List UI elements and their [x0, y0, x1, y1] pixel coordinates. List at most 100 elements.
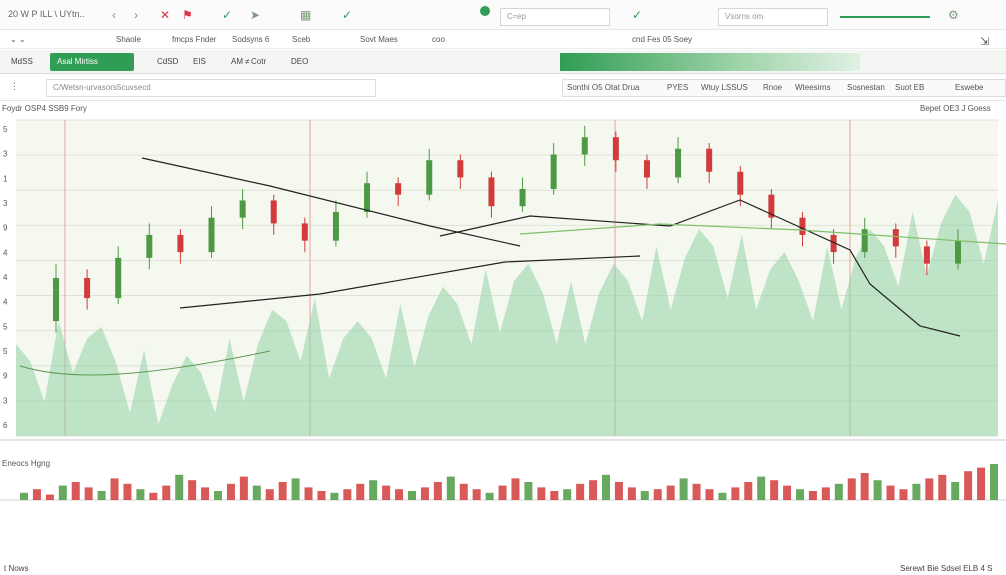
volume-bar: [369, 480, 378, 500]
option[interactable]: Suot EB: [895, 83, 924, 92]
candle-body: [488, 177, 495, 207]
tab-deo[interactable]: DEO: [284, 53, 315, 71]
option[interactable]: Sonthi O5 Otat Drua: [567, 83, 639, 92]
volume-bar: [783, 485, 792, 500]
option[interactable]: Rnoe: [763, 83, 782, 92]
forward-icon[interactable]: ›: [134, 8, 138, 22]
expand-icon[interactable]: ⇲: [980, 35, 989, 48]
price-axis-label: 4: [3, 248, 8, 257]
candle-body: [955, 240, 961, 264]
candle-body: [115, 257, 122, 299]
menu-chevron-icon[interactable]: ⌄ ⌄: [10, 35, 26, 44]
volume-bar: [239, 476, 248, 500]
volume-bar: [162, 485, 171, 500]
price-axis-label: 3: [3, 199, 8, 208]
menu-item[interactable]: Sodsyns 6: [232, 35, 269, 44]
chart-info-row: Foydr OSP4 SSB9 Fory Bepet OE3 J Goess: [0, 102, 1006, 116]
quote-info: Bepet OE3 J Goess: [920, 104, 991, 113]
volume-bar: [84, 487, 93, 500]
volume-bar: [446, 476, 455, 500]
title-bar: 20 W P ILL \ UYtn.. ‹ › ✕ ⚑ ✓ ➤ ▦ ✓ C≈ep…: [0, 0, 1006, 30]
option[interactable]: Sosnestan: [847, 83, 885, 92]
confirm-icon[interactable]: ✓: [342, 8, 352, 22]
volume-bar: [343, 489, 352, 500]
volume-bar: [576, 483, 585, 500]
volume-bar: [653, 489, 662, 500]
apply-icon[interactable]: ✓: [632, 8, 642, 22]
price-axis-label: 5: [3, 347, 8, 356]
volume-bar: [925, 478, 934, 500]
compare-field[interactable]: Vsorns om: [718, 8, 828, 26]
path-input[interactable]: C/Wetsn-urvasors5cuvsecd: [46, 79, 376, 97]
candle-body: [84, 278, 91, 299]
symbol-field[interactable]: C≈ep: [500, 8, 610, 26]
menu-item[interactable]: Sceb: [292, 35, 310, 44]
tab-mdss[interactable]: MdSS: [4, 53, 40, 71]
candle-body: [581, 137, 588, 155]
flag-icon[interactable]: ⚑: [182, 8, 193, 22]
menu-item[interactable]: cnd Fes 05 Soey: [632, 35, 692, 44]
footer-left: t Nows: [4, 564, 29, 573]
volume-bar: [770, 480, 779, 500]
volume-bar: [123, 483, 132, 500]
candle-body: [301, 223, 308, 241]
check-icon[interactable]: ✓: [222, 8, 232, 22]
volume-bar: [847, 478, 856, 500]
volume-bar: [757, 476, 766, 500]
candle-body: [395, 183, 402, 195]
volume-bar: [110, 478, 119, 500]
volume-bar: [382, 485, 391, 500]
indicator-options: Sonthi O5 Otat Drua PYES Wtuy LSSUS Rnoe…: [562, 79, 1006, 97]
menu-item[interactable]: coo: [432, 35, 445, 44]
volume-bar: [964, 471, 973, 500]
option[interactable]: Wteesirns: [795, 83, 831, 92]
volume-bar: [472, 489, 481, 500]
option[interactable]: PYES: [667, 83, 688, 92]
candle-body: [550, 154, 557, 189]
volume-bar: [511, 478, 520, 500]
volume-bar: [977, 467, 986, 500]
tab-eis[interactable]: EIS: [186, 53, 213, 71]
zoom-slider[interactable]: [840, 16, 930, 18]
option[interactable]: Wtuy LSSUS: [701, 83, 748, 92]
symbol-info: Foydr OSP4 SSB9 Fory: [2, 104, 87, 113]
option[interactable]: Eswebe: [955, 83, 983, 92]
volume-bar: [537, 487, 546, 500]
candle-body: [519, 188, 526, 207]
close-tab-icon[interactable]: ✕: [160, 8, 170, 22]
price-axis-label: 5: [3, 322, 8, 331]
volume-bar: [149, 492, 158, 500]
volume-bar: [265, 489, 274, 500]
price-axis-label: 9: [3, 372, 8, 381]
volume-bar: [627, 487, 636, 500]
volume-bar: [692, 483, 701, 500]
volume-bar: [873, 480, 882, 500]
layout-icon[interactable]: ▦: [300, 8, 311, 22]
menu-bar: ⌄ ⌄ Shaole fmcps Fnder Sodsyns 6 Sceb So…: [0, 31, 1006, 49]
volume-bar: [136, 489, 145, 500]
volume-bar: [278, 482, 287, 500]
price-chart[interactable]: 5 3 1 3 9 4 4 4 5 5 9 3 6 Eneocs Hgng: [0, 116, 1006, 575]
volume-bar: [175, 474, 184, 500]
tab-cotr[interactable]: Cotr: [244, 53, 273, 71]
arrow-icon[interactable]: ➤: [250, 8, 260, 22]
volume-bar: [886, 485, 895, 500]
candle-body: [923, 246, 930, 264]
volume-bar: [485, 492, 494, 500]
menu-item[interactable]: fmcps Fnder: [172, 35, 216, 44]
back-icon[interactable]: ‹: [112, 8, 116, 22]
chart-toolbar: MdSS Asal Mirtiss CdSD EIS AM ≠ Cotr DEO: [0, 50, 1006, 74]
settings-icon[interactable]: ⚙: [948, 8, 959, 22]
tab-cdsd[interactable]: CdSD: [150, 53, 185, 71]
volume-bar: [71, 482, 80, 500]
candle-body: [612, 137, 619, 161]
tab-active[interactable]: Asal Mirtiss: [50, 53, 134, 71]
volume-bar: [45, 494, 54, 500]
volume-bar: [550, 491, 559, 500]
volume-bar: [433, 482, 442, 500]
menu-item[interactable]: Sovt Maes: [360, 35, 398, 44]
candle-body: [706, 148, 713, 172]
volume-bar: [821, 487, 830, 500]
filter-bar: ⋮ C/Wetsn-urvasors5cuvsecd Sonthi O5 Ota…: [0, 75, 1006, 101]
menu-item[interactable]: Shaole: [116, 35, 141, 44]
